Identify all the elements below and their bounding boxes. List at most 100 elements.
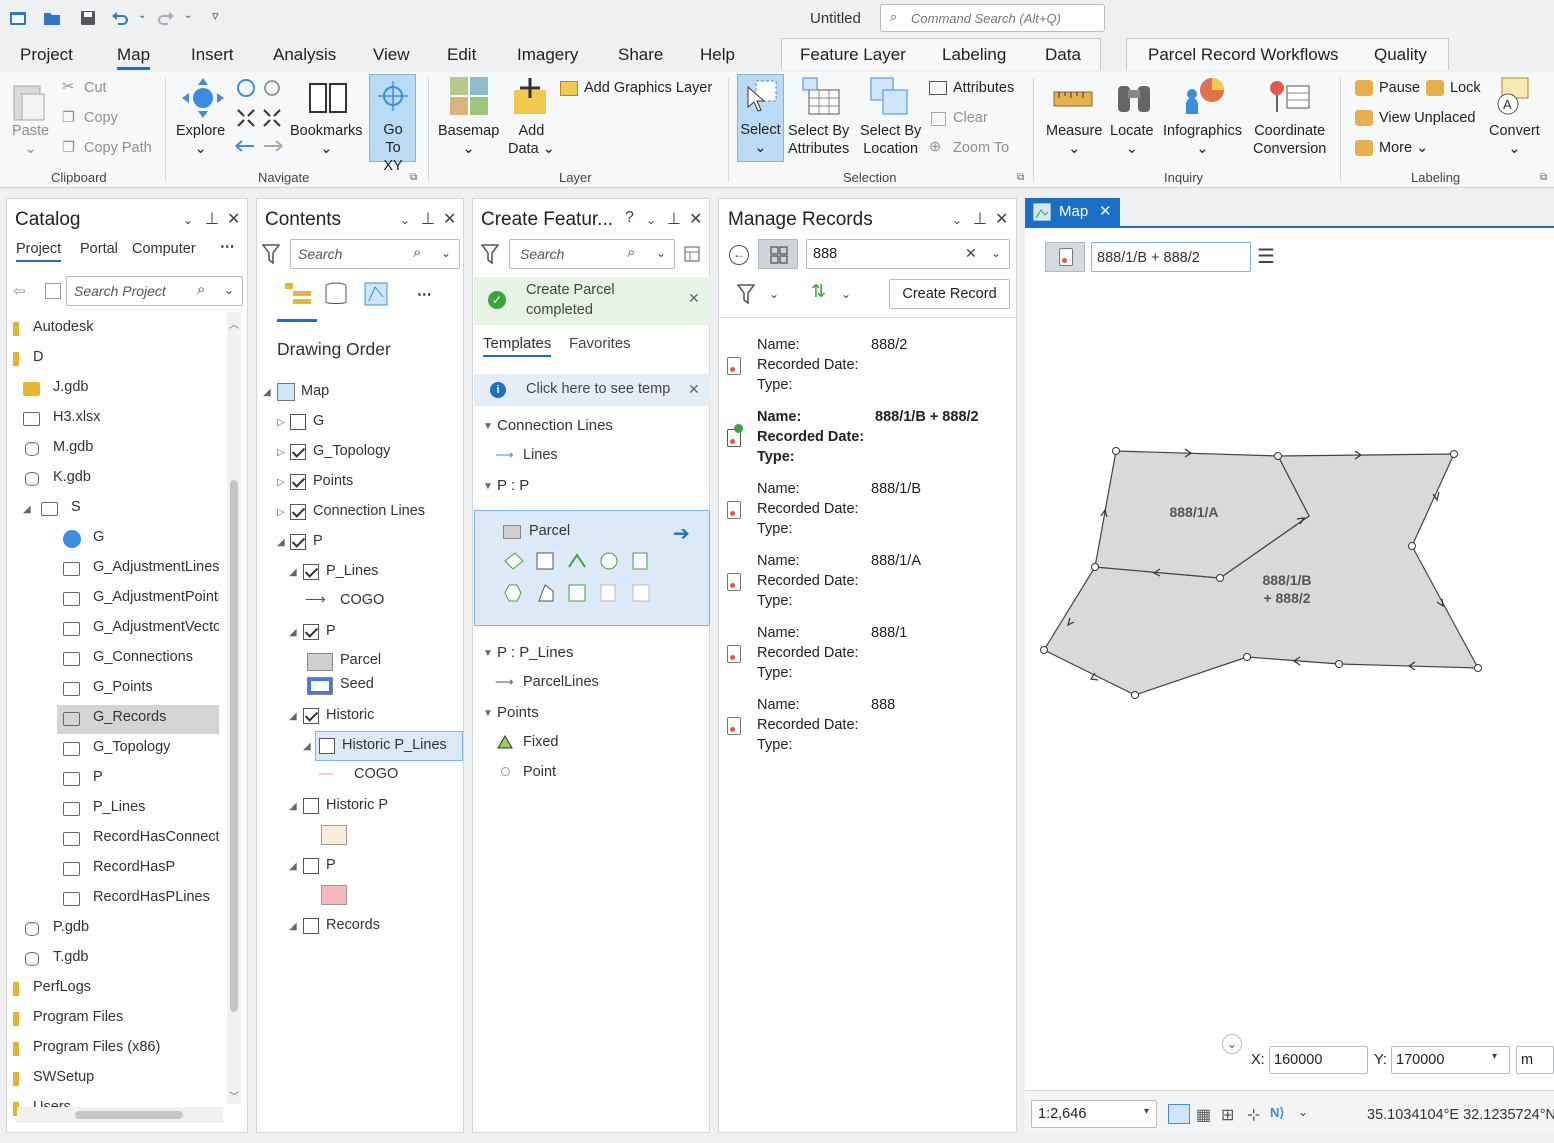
select-by-location-icon[interactable] — [869, 76, 909, 116]
dismiss-info-close-icon[interactable]: ✕ — [688, 381, 700, 398]
convert-labels-button[interactable]: Convert ⌄ — [1489, 122, 1540, 158]
parcel-template-selected[interactable]: Parcel ➔ — [474, 510, 710, 626]
layer-item[interactable]: G_Topology — [313, 443, 390, 459]
catalog-item[interactable]: Program Files (x86) — [33, 1039, 160, 1055]
expand-toggle-icon[interactable]: ◢ — [289, 861, 297, 872]
tab-share[interactable]: Share — [618, 45, 663, 65]
tab-quality[interactable]: Quality — [1374, 45, 1427, 65]
pause-labeling-button[interactable]: Pause — [1379, 80, 1420, 96]
coordinate-conversion-button[interactable]: Coordinate Conversion — [1253, 122, 1326, 158]
infographics-icon[interactable] — [1182, 76, 1226, 116]
expand-toggle-icon[interactable]: ◢ — [289, 711, 297, 722]
selection-launcher-icon[interactable]: ⧉ — [1017, 172, 1024, 183]
manage-records-options-chevron-icon[interactable]: ⌄ — [952, 213, 962, 227]
catalog-item[interactable]: P_Lines — [93, 799, 145, 815]
tab-labeling[interactable]: Labeling — [942, 45, 1006, 65]
clear-button[interactable]: Clear — [953, 110, 988, 126]
expand-pp-icon[interactable]: ▼ — [483, 481, 493, 492]
layer-item[interactable]: P_Lines — [326, 563, 378, 579]
constraints-toggle-icon[interactable]: ⊞ — [1221, 1105, 1234, 1125]
layer-item[interactable]: P — [326, 857, 336, 873]
expand-toggle-icon[interactable]: ▷ — [277, 507, 285, 518]
tab-imagery[interactable]: Imagery — [517, 45, 578, 65]
template-point[interactable]: Point — [523, 764, 556, 780]
expand-toggle-icon[interactable]: ◢ — [289, 627, 297, 638]
layer-item[interactable]: Historic P_Lines — [342, 737, 447, 753]
tab-parcel-record-workflows[interactable]: Parcel Record Workflows — [1148, 45, 1339, 65]
catalog-item[interactable]: RecordHasP — [93, 859, 175, 875]
dismiss-status-close-icon[interactable]: ✕ — [688, 290, 700, 307]
open-project-icon[interactable] — [42, 8, 62, 28]
bookmarks-icon[interactable] — [308, 80, 348, 116]
basemap-button[interactable]: Basemap ⌄ — [438, 122, 499, 158]
add-data-button[interactable]: Add Data ⌄ — [508, 122, 555, 158]
layer-visibility-checkbox[interactable] — [303, 624, 319, 640]
filter-dropdown-icon[interactable]: ⌄ — [769, 287, 779, 301]
tab-favorites[interactable]: Favorites — [569, 335, 631, 352]
paste-icon[interactable] — [12, 80, 48, 124]
catalog-hscrollbar[interactable] — [17, 1107, 223, 1123]
layer-item[interactable]: COGO — [340, 592, 384, 608]
undo-icon[interactable] — [110, 8, 130, 28]
map-view-tab[interactable]: Map ✕ — [1025, 198, 1120, 226]
filter-icon[interactable] — [481, 243, 499, 265]
zoom-to-button[interactable]: Zoom To — [953, 140, 1009, 156]
go-to-xy-button[interactable]: Go To XY — [369, 74, 416, 174]
layer-visibility-checkbox[interactable] — [303, 858, 319, 874]
layer-visibility-checkbox[interactable] — [303, 918, 319, 934]
infographics-button[interactable]: Infographics ⌄ — [1163, 122, 1242, 158]
expand-toggle-icon[interactable]: ◢ — [289, 801, 297, 812]
contents-more-icon[interactable]: ⋯ — [417, 287, 432, 303]
layer-visibility-checkbox[interactable] — [290, 504, 306, 520]
catalog-item[interactable]: G_Points — [93, 679, 153, 695]
template-fixed[interactable]: Fixed — [523, 734, 558, 750]
template-group-pp[interactable]: P : P — [497, 477, 529, 494]
manage-records-close-icon[interactable]: ✕ — [995, 209, 1008, 229]
grid-toggle-icon[interactable]: ▦ — [1196, 1105, 1211, 1125]
navigate-launcher-icon[interactable]: ⧉ — [410, 172, 417, 183]
catalog-item[interactable]: S — [71, 499, 81, 515]
layer-visibility-checkbox[interactable] — [290, 474, 306, 490]
active-record-menu-icon[interactable]: ☰ — [1257, 244, 1275, 269]
close-map-tab-icon[interactable]: ✕ — [1099, 202, 1112, 220]
command-search-input[interactable]: ⌕ Command Search (Alt+Q) — [880, 4, 1105, 32]
layer-visibility-checkbox[interactable] — [290, 534, 306, 550]
catalog-item[interactable]: P.gdb — [53, 919, 89, 935]
catalog-item[interactable]: P — [93, 769, 103, 785]
catalog-item[interactable]: G_Topology — [93, 739, 170, 755]
record-search-dropdown-icon[interactable]: ⌄ — [991, 246, 1001, 260]
manage-templates-icon[interactable] — [683, 245, 703, 265]
snapping-toggle-icon[interactable] — [1168, 1104, 1190, 1124]
template-lines[interactable]: Lines — [523, 447, 558, 463]
catalog-options-chevron-icon[interactable]: ⌄ — [183, 213, 193, 227]
create-features-close-icon[interactable]: ✕ — [689, 209, 702, 229]
expand-toggle-icon[interactable]: ▷ — [277, 477, 285, 488]
create-record-button[interactable]: Create Record — [889, 279, 1010, 309]
catalog-item[interactable]: J.gdb — [53, 379, 88, 395]
select-button[interactable]: Select ⌄ — [737, 74, 784, 162]
undo-dropdown-icon[interactable]: ⌄ — [138, 10, 146, 21]
select-by-attributes-button[interactable]: Select By Attributes — [788, 122, 849, 158]
layer-item[interactable]: G — [313, 413, 324, 429]
customize-toolbar-icon[interactable]: ▿ — [212, 8, 219, 24]
attributes-button[interactable]: Attributes — [953, 80, 1014, 96]
layer-item[interactable]: Seed — [340, 676, 374, 692]
tab-insert[interactable]: Insert — [191, 45, 234, 65]
catalog-more-icon[interactable]: ⋯ — [220, 239, 235, 255]
expand-points-icon[interactable]: ▼ — [483, 708, 493, 719]
collapse-coordinates-chevron-icon[interactable]: ⌄ — [1222, 1034, 1242, 1054]
layer-item[interactable]: Parcel — [340, 652, 381, 668]
catalog-item[interactable]: G — [93, 529, 104, 545]
add-graphics-layer-button[interactable]: Add Graphics Layer — [584, 80, 712, 96]
copy-button[interactable]: Copy — [84, 110, 118, 126]
expand-toggle-icon[interactable]: ▷ — [277, 417, 285, 428]
filter-icon[interactable] — [262, 243, 280, 265]
construction-tools-icon[interactable] — [501, 551, 661, 609]
contents-pin-icon[interactable]: ⊥ — [421, 209, 435, 229]
contents-search-input[interactable]: Search ⌕ ⌄ — [290, 239, 460, 269]
x-coordinate-input[interactable]: 160000 — [1269, 1046, 1368, 1074]
tab-feature-layer[interactable]: Feature Layer — [800, 45, 906, 65]
expand-toggle-icon[interactable]: ◢ — [263, 387, 271, 398]
catalog-item[interactable]: G_Records — [93, 709, 166, 725]
filter-icon[interactable] — [737, 283, 755, 305]
